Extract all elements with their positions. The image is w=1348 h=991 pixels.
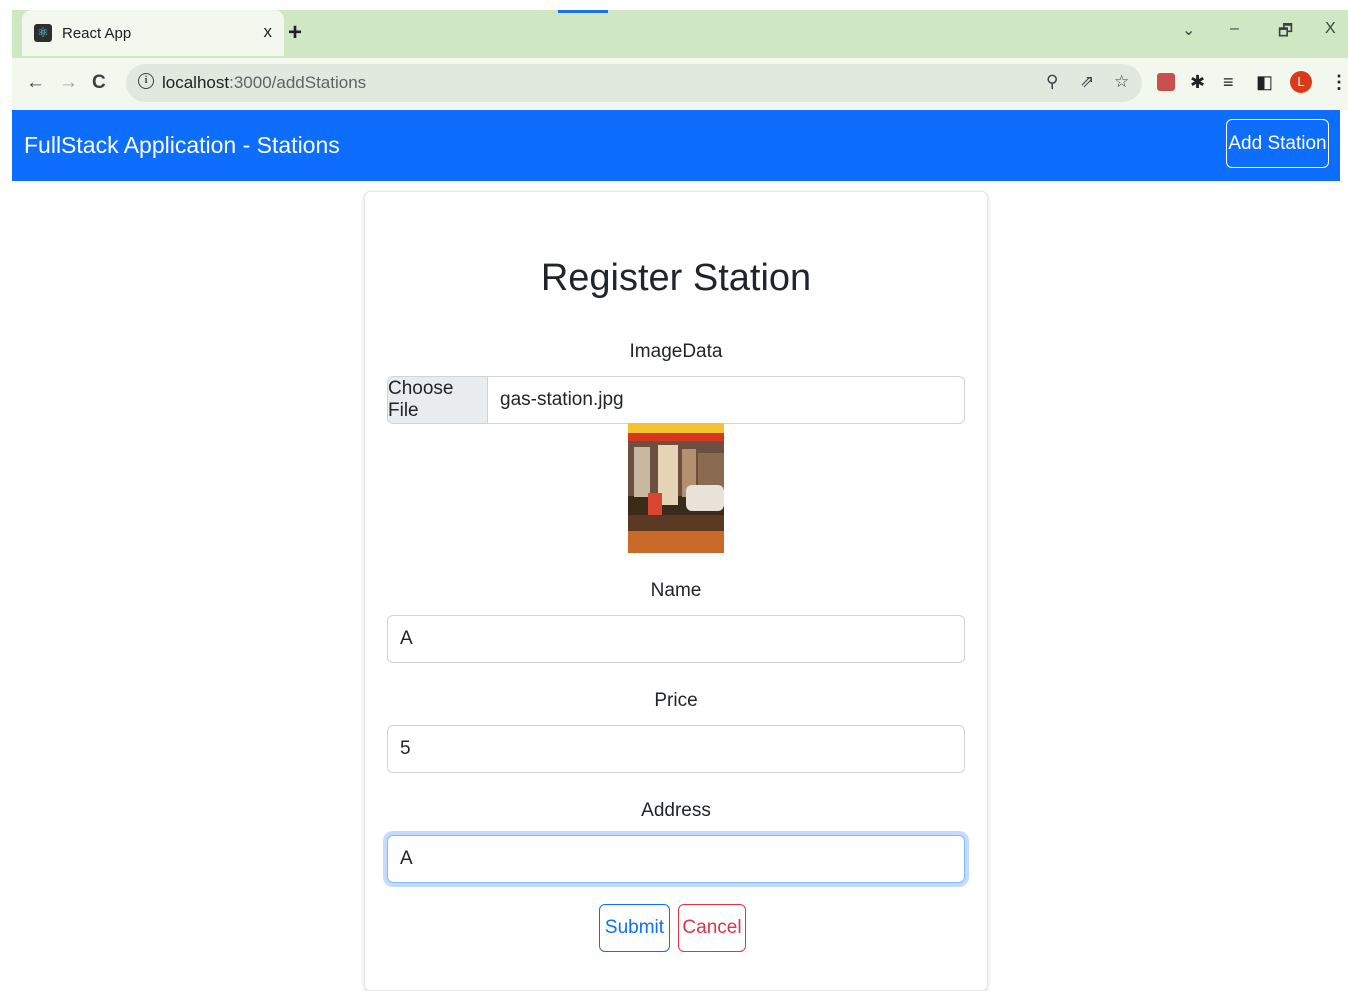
new-tab-button[interactable]: + bbox=[288, 19, 302, 47]
info-icon[interactable]: i bbox=[138, 73, 154, 89]
reload-icon[interactable]: C bbox=[92, 72, 106, 94]
react-favicon-icon: ⚛ bbox=[34, 24, 52, 42]
tab-search-button[interactable]: ⌄ bbox=[1182, 20, 1195, 40]
price-label: Price bbox=[654, 690, 698, 711]
tab-loading-indicator bbox=[558, 10, 608, 13]
forward-arrow-icon[interactable]: → bbox=[59, 72, 78, 94]
close-window-button[interactable]: X bbox=[1325, 20, 1336, 38]
station-image-preview bbox=[628, 423, 724, 553]
register-station-card: Register Station ImageData Choose File g… bbox=[364, 191, 988, 991]
browser-tab[interactable]: ⚛ React App x bbox=[22, 10, 284, 56]
submit-button[interactable]: Submit bbox=[599, 904, 670, 952]
address-input[interactable] bbox=[387, 835, 965, 883]
choose-file-button[interactable]: Choose File bbox=[388, 377, 488, 423]
tab-title: React App bbox=[62, 24, 132, 42]
star-icon[interactable]: ☆ bbox=[1114, 72, 1129, 92]
name-input[interactable] bbox=[387, 615, 965, 663]
app-navbar: FullStack Application - Stations Add Sta… bbox=[12, 110, 1340, 181]
back-arrow-icon[interactable]: ← bbox=[26, 72, 45, 94]
side-panel-icon[interactable]: ◧ bbox=[1256, 72, 1273, 93]
url-text[interactable]: localhost:3000/addStations bbox=[162, 73, 366, 93]
extension-icon[interactable] bbox=[1157, 73, 1175, 91]
address-bar[interactable]: i localhost:3000/addStations ⚲ ⇗ ☆ bbox=[126, 64, 1142, 102]
image-label: ImageData bbox=[629, 341, 723, 362]
name-label: Name bbox=[650, 580, 702, 601]
share-icon[interactable]: ⇗ bbox=[1080, 72, 1094, 92]
image-file-input[interactable]: Choose File gas-station.jpg bbox=[387, 376, 965, 424]
tab-close-button[interactable]: x bbox=[264, 22, 273, 42]
puzzle-icon[interactable]: ✱ bbox=[1190, 72, 1205, 93]
restore-button[interactable]: 🗗 bbox=[1278, 20, 1293, 47]
address-label: Address bbox=[641, 800, 711, 821]
add-station-button[interactable]: Add Station bbox=[1226, 119, 1329, 168]
navbar-brand[interactable]: FullStack Application - Stations bbox=[24, 132, 340, 159]
cancel-button[interactable]: Cancel bbox=[678, 904, 746, 952]
price-input[interactable] bbox=[387, 725, 965, 773]
tab-strip: ⚛ React App x + ⌄ – 🗗 X bbox=[12, 10, 1348, 58]
reading-list-icon[interactable]: ≡ bbox=[1223, 72, 1234, 93]
profile-avatar[interactable]: L bbox=[1290, 71, 1312, 93]
zoom-icon[interactable]: ⚲ bbox=[1046, 72, 1058, 92]
minimize-button[interactable]: – bbox=[1230, 20, 1239, 38]
file-name-text: gas-station.jpg bbox=[500, 389, 624, 410]
menu-dots-icon[interactable]: ⋮ bbox=[1330, 72, 1348, 93]
browser-toolbar: ← → C i localhost:3000/addStations ⚲ ⇗ ☆… bbox=[12, 58, 1348, 110]
page-title: Register Station bbox=[540, 257, 812, 299]
